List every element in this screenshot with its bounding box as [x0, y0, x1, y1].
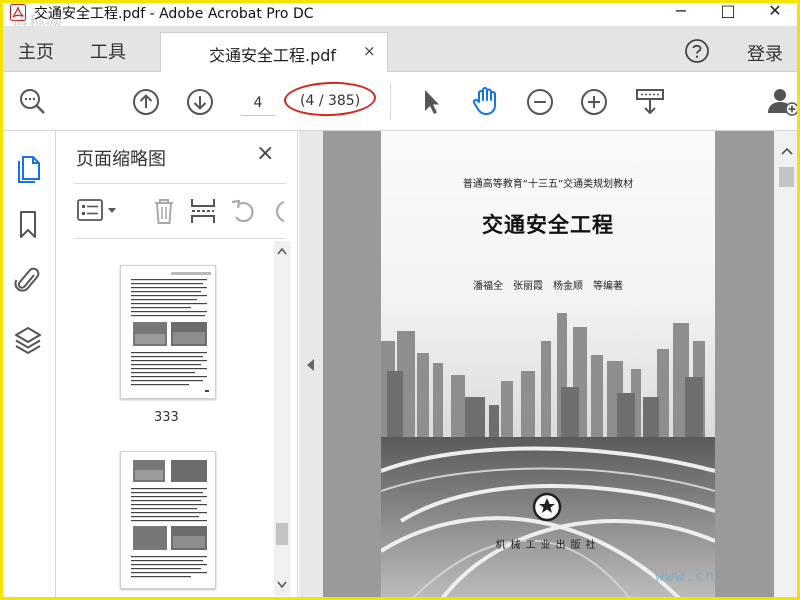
zoom-out-icon[interactable]	[526, 88, 554, 116]
insert-page-icon[interactable]	[188, 196, 218, 226]
page-number-input[interactable]	[241, 90, 275, 116]
panel-title: 页面缩略图	[76, 149, 166, 170]
zoom-in-icon[interactable]	[580, 88, 608, 116]
document-view[interactable]: 普通高等教育“十三五”交通类规划教材 交通安全工程 潘福全 张丽霞 杨金顺 等编…	[299, 131, 800, 600]
pdf-page: 普通高等教育“十三五”交通类规划教材 交通安全工程 潘福全 张丽霞 杨金顺 等编…	[381, 131, 715, 600]
window-title-bar: 道称网 交通安全工程.pdf - Adobe Acrobat Pro DC − …	[0, 0, 800, 32]
thumbnail-page-preview	[131, 272, 211, 392]
scroll-up-arrow-icon[interactable]	[781, 147, 793, 155]
tab-document[interactable]: 交通安全工程.pdf ×	[160, 32, 388, 72]
tab-home[interactable]: 主页	[18, 38, 54, 64]
bookmark-icon[interactable]	[14, 209, 42, 239]
thumbnails-scrollbar[interactable]	[274, 241, 290, 596]
minimize-button[interactable]: −	[661, 0, 701, 26]
page-thumbnail[interactable]	[120, 451, 216, 589]
options-menu-icon[interactable]	[76, 198, 122, 224]
left-tool-rail	[0, 131, 56, 600]
delete-page-icon[interactable]	[149, 196, 179, 226]
page-thumbnails-icon[interactable]	[14, 153, 42, 183]
scroll-up-arrow-icon[interactable]	[277, 247, 287, 255]
scrollbar-thumb[interactable]	[779, 167, 794, 187]
search-icon[interactable]	[18, 87, 48, 117]
scrollbar-thumb[interactable]	[276, 523, 288, 545]
sign-in-button[interactable]: 登录	[747, 40, 783, 66]
toolbar-divider	[390, 83, 391, 119]
page-fit-icon[interactable]	[634, 87, 666, 117]
window-title: 交通安全工程.pdf - Adobe Acrobat Pro DC	[34, 6, 314, 22]
thumbnail-toolbar	[74, 183, 286, 239]
thumbnails-panel: 页面缩略图 × 333	[56, 131, 298, 600]
attachment-icon[interactable]	[14, 265, 42, 297]
previous-page-icon[interactable]	[132, 88, 160, 116]
tab-bar: 主页 工具 交通安全工程.pdf × 登录	[0, 26, 800, 72]
scroll-down-arrow-icon[interactable]	[277, 581, 287, 589]
thumbnail-page-number: 333	[154, 410, 179, 425]
close-window-button[interactable]: ✕	[755, 0, 795, 26]
cover-city-illustration	[381, 301, 715, 600]
document-tab-label: 交通安全工程.pdf	[209, 46, 337, 65]
hand-tool-icon[interactable]	[470, 85, 502, 117]
close-panel-button[interactable]: ×	[256, 141, 274, 166]
collapse-panel-arrow-icon[interactable]	[307, 359, 314, 371]
main-toolbar: (4 / 385)	[0, 73, 800, 131]
cover-title: 交通安全工程	[482, 212, 614, 237]
next-page-icon[interactable]	[186, 88, 214, 116]
cover-publisher: 机械工业出版社	[495, 540, 601, 551]
document-scrollbar[interactable]	[774, 131, 800, 600]
tab-tools[interactable]: 工具	[90, 38, 126, 64]
maximize-button[interactable]: □	[708, 0, 748, 26]
rotate-clockwise-icon[interactable]	[270, 197, 286, 225]
annotation-oval	[283, 80, 377, 118]
help-icon[interactable]	[684, 38, 710, 64]
select-arrow-icon[interactable]	[420, 87, 442, 117]
cover-series-line: 普通高等教育“十三五”交通类规划教材	[462, 179, 634, 190]
close-tab-button[interactable]: ×	[363, 42, 376, 60]
site-watermark: www.cn	[655, 567, 716, 585]
thumbnail-page-preview	[131, 460, 207, 578]
cover-authors: 潘福全 张丽霞 杨金顺 等编著	[473, 281, 623, 292]
share-user-icon[interactable]	[766, 85, 800, 117]
rotate-counterclockwise-icon[interactable]	[229, 197, 259, 225]
layers-icon[interactable]	[14, 325, 42, 355]
page-thumbnail[interactable]	[120, 265, 216, 399]
